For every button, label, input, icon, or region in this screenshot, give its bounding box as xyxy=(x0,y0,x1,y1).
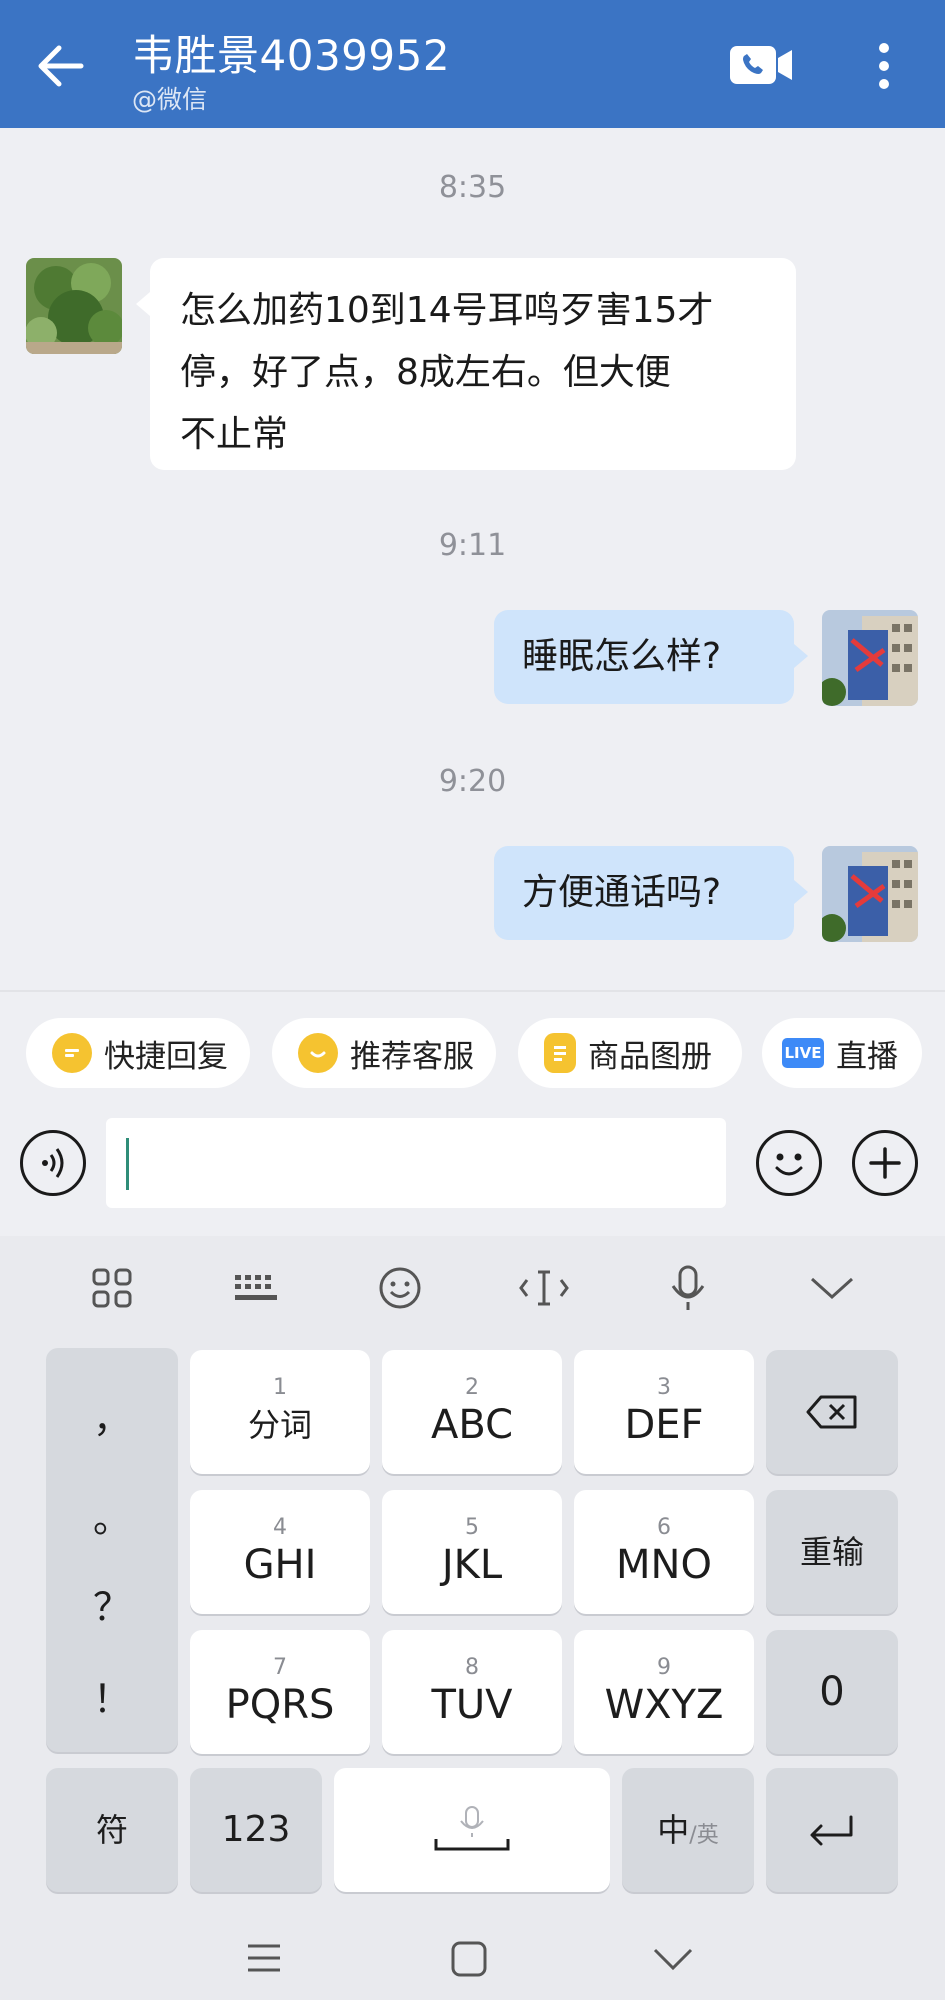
backspace-key[interactable] xyxy=(766,1350,898,1474)
keyboard-icon[interactable] xyxy=(226,1258,286,1318)
more-vertical-icon[interactable] xyxy=(866,40,902,92)
key-6[interactable]: 6 MNO xyxy=(574,1490,754,1614)
punctuation-question[interactable]: ？ xyxy=(46,1576,178,1631)
microphone-icon[interactable] xyxy=(658,1258,718,1318)
numbers-key[interactable]: 123 xyxy=(190,1768,322,1892)
punctuation-exclaim[interactable]: ！ xyxy=(46,1668,178,1723)
recommend-service-chip[interactable]: 推荐客服 xyxy=(272,1018,496,1088)
back-chevron-icon[interactable] xyxy=(652,1946,694,1976)
enter-icon xyxy=(810,1815,853,1846)
video-call-icon[interactable] xyxy=(728,42,794,88)
punctuation-key[interactable]: ， 。 ？ ！ xyxy=(46,1348,178,1752)
message-bubble-incoming[interactable]: 怎么加药10到14号耳鸣歹害15才 停，好了点，8成左右。但大便 不止常 xyxy=(150,258,796,470)
chip-label: 商品图册 xyxy=(588,1038,712,1075)
message-line: 怎么加药10到14号耳鸣歹害15才 xyxy=(180,290,714,331)
key-4[interactable]: 4 GHI xyxy=(190,1490,370,1614)
message-timestamp: 9:11 xyxy=(438,528,507,563)
backspace-icon xyxy=(806,1395,857,1429)
message-timestamp: 8:35 xyxy=(438,170,507,205)
collapse-icon[interactable] xyxy=(802,1258,862,1318)
product-album-chip[interactable]: 商品图册 xyxy=(518,1018,742,1088)
message-line: 停，好了点，8成左右。但大便 xyxy=(180,352,671,393)
chat-subtitle: @微信 xyxy=(132,85,208,114)
live-icon: LIVE xyxy=(782,1038,824,1068)
key-7[interactable]: 7 PQRS xyxy=(190,1630,370,1754)
quick-reply-chip[interactable]: 快捷回复 xyxy=(26,1018,250,1088)
key-2[interactable]: 2 ABC xyxy=(382,1350,562,1474)
language-switch-key[interactable]: 中 /英 xyxy=(622,1768,754,1892)
space-key[interactable] xyxy=(334,1768,610,1892)
chip-label: 快捷回复 xyxy=(104,1038,228,1075)
punctuation-period[interactable]: 。 xyxy=(46,1488,178,1543)
quick-reply-icon xyxy=(52,1033,92,1073)
recommend-service-icon xyxy=(298,1033,338,1073)
message-line: 睡眠怎么样? xyxy=(522,636,722,677)
emoji-icon[interactable] xyxy=(370,1258,430,1318)
live-chip[interactable]: LIVE 直播 xyxy=(762,1018,922,1088)
message-bubble-outgoing[interactable]: 方便通话吗? xyxy=(494,846,794,940)
enter-key[interactable] xyxy=(766,1768,898,1892)
key-9[interactable]: 9 WXYZ xyxy=(574,1630,754,1754)
key-3[interactable]: 3 DEF xyxy=(574,1350,754,1474)
cursor-icon[interactable] xyxy=(514,1258,574,1318)
message-input[interactable] xyxy=(106,1118,726,1208)
menu-icon[interactable] xyxy=(244,1940,284,1980)
chat-title: 韦胜景4039952 xyxy=(132,31,451,80)
punctuation-comma[interactable]: ， xyxy=(46,1388,178,1443)
message-bubble-outgoing[interactable]: 睡眠怎么样? xyxy=(494,610,794,704)
divider xyxy=(0,990,945,992)
contact-avatar[interactable] xyxy=(26,258,122,354)
bubble-tail xyxy=(794,880,808,904)
arrow-left-icon[interactable] xyxy=(30,36,90,96)
key-8[interactable]: 8 TUV xyxy=(382,1630,562,1754)
my-avatar[interactable] xyxy=(822,846,918,942)
bubble-tail xyxy=(136,292,150,316)
voice-input-icon[interactable] xyxy=(20,1130,86,1196)
chip-label: 直播 xyxy=(836,1038,898,1075)
emoji-icon[interactable] xyxy=(756,1130,822,1196)
symbols-key[interactable]: 符 xyxy=(46,1768,178,1892)
product-album-icon xyxy=(544,1033,576,1073)
text-caret xyxy=(126,1138,129,1190)
key-0[interactable]: 0 xyxy=(766,1630,898,1754)
message-timestamp: 9:20 xyxy=(438,764,507,799)
bubble-tail xyxy=(794,644,808,668)
key-1[interactable]: 1 分词 xyxy=(190,1350,370,1474)
space-mic-icon xyxy=(434,1806,510,1851)
reinput-key[interactable]: 重输 xyxy=(766,1490,898,1614)
chip-label: 推荐客服 xyxy=(350,1038,474,1075)
key-5[interactable]: 5 JKL xyxy=(382,1490,562,1614)
plus-icon[interactable] xyxy=(852,1130,918,1196)
apps-grid-icon[interactable] xyxy=(82,1258,142,1318)
message-line: 不止常 xyxy=(180,414,289,455)
message-line: 方便通话吗? xyxy=(522,872,722,913)
home-icon[interactable] xyxy=(450,1940,488,1982)
my-avatar[interactable] xyxy=(822,610,918,706)
